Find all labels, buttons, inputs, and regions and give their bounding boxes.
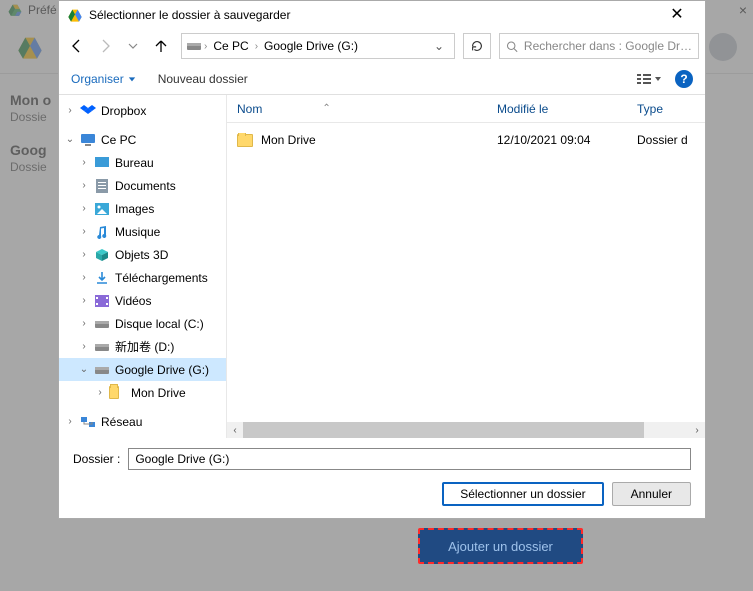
chevron-right-icon[interactable]: ›	[77, 341, 91, 352]
organize-menu[interactable]: Organiser	[71, 72, 136, 86]
file-type: Dossier d	[627, 133, 705, 147]
file-modified: 12/10/2021 09:04	[487, 133, 627, 147]
chevron-right-icon[interactable]: ›	[77, 180, 91, 191]
chevron-down-icon[interactable]: ⌄	[77, 364, 91, 375]
dialog-bottom: Dossier : Sélectionner un dossier Annule…	[59, 438, 705, 518]
file-name: Mon Drive	[261, 133, 316, 147]
tree-item-mondrive[interactable]: ›Mon Drive	[59, 381, 226, 404]
forward-button[interactable]	[93, 34, 117, 58]
image-icon	[95, 203, 109, 215]
download-icon	[96, 271, 108, 285]
folder-name-input[interactable]	[128, 448, 691, 470]
chevron-down-icon[interactable]: ⌄	[428, 39, 450, 53]
folder-icon	[237, 134, 253, 147]
tree-view[interactable]: › Dropbox ⌄ Ce PC ›Bureau ›Documents ›Im…	[59, 95, 227, 438]
chevron-right-icon[interactable]: ›	[77, 318, 91, 329]
column-headers[interactable]: Nom ⌃ Modifié le Type	[227, 95, 705, 123]
chevron-right-icon: ›	[255, 41, 258, 52]
folder-picker-dialog: Sélectionner le dossier à sauvegarder ✕ …	[58, 0, 706, 519]
chevron-right-icon[interactable]: ›	[77, 203, 91, 214]
col-modified[interactable]: Modifié le	[487, 102, 627, 116]
tree-item-musique[interactable]: ›Musique	[59, 220, 226, 243]
chevron-right-icon[interactable]: ›	[77, 272, 91, 283]
help-button[interactable]: ?	[675, 70, 693, 88]
desktop-icon	[95, 157, 109, 169]
col-type[interactable]: Type	[627, 102, 705, 116]
sort-indicator-icon: ⌃	[322, 103, 330, 114]
chevron-right-icon: ›	[204, 41, 207, 52]
chevron-right-icon[interactable]: ›	[63, 105, 77, 116]
chevron-down-icon	[128, 75, 136, 83]
disk-icon	[186, 40, 202, 52]
disk-icon	[94, 318, 110, 330]
tree-item-disque-c[interactable]: ›Disque local (C:)	[59, 312, 226, 335]
dialog-title: Sélectionner le dossier à sauvegarder	[89, 8, 290, 22]
tree-item-gdrive[interactable]: ⌄Google Drive (G:)	[59, 358, 226, 381]
tree-item-documents[interactable]: ›Documents	[59, 174, 226, 197]
chevron-right-icon[interactable]: ›	[77, 157, 91, 168]
horizontal-scrollbar[interactable]: ‹ ›	[227, 422, 705, 438]
back-button[interactable]	[65, 34, 89, 58]
select-folder-button[interactable]: Sélectionner un dossier	[442, 482, 603, 506]
refresh-button[interactable]	[463, 33, 491, 59]
breadcrumb[interactable]: › Ce PC › Google Drive (G:) ⌄	[181, 33, 455, 59]
chevron-right-icon[interactable]: ›	[77, 295, 91, 306]
drive-icon	[67, 7, 83, 23]
network-icon	[80, 416, 96, 428]
file-list[interactable]: Mon Drive 12/10/2021 09:04 Dossier d	[227, 123, 705, 422]
scroll-left-icon[interactable]: ‹	[227, 422, 243, 438]
chevron-right-icon[interactable]: ›	[93, 387, 107, 398]
up-button[interactable]	[149, 34, 173, 58]
chevron-down-icon[interactable]: ⌄	[63, 134, 77, 145]
cancel-button[interactable]: Annuler	[612, 482, 691, 506]
music-icon	[96, 225, 108, 239]
search-placeholder: Rechercher dans : Google Dr…	[524, 39, 692, 53]
monitor-icon	[80, 133, 96, 147]
folder-icon	[109, 386, 119, 399]
close-button[interactable]: ✕	[657, 1, 697, 29]
disk-icon	[94, 364, 110, 376]
tree-item-dropbox[interactable]: › Dropbox	[59, 99, 226, 122]
tree-item-telechargements[interactable]: ›Téléchargements	[59, 266, 226, 289]
chevron-right-icon[interactable]: ›	[77, 226, 91, 237]
chevron-right-icon[interactable]: ›	[63, 416, 77, 427]
new-folder-button[interactable]: Nouveau dossier	[158, 72, 248, 86]
scrollbar-thumb[interactable]	[243, 422, 644, 438]
document-icon	[96, 179, 108, 193]
view-mode-button[interactable]	[637, 72, 661, 86]
dialog-titlebar: Sélectionner le dossier à sauvegarder ✕	[59, 1, 705, 29]
chevron-right-icon[interactable]: ›	[77, 249, 91, 260]
tree-item-videos[interactable]: ›Vidéos	[59, 289, 226, 312]
tree-item-disque-d[interactable]: ›新加卷 (D:)	[59, 335, 226, 358]
search-input[interactable]: Rechercher dans : Google Dr…	[499, 33, 699, 59]
search-icon	[506, 40, 518, 53]
file-row[interactable]: Mon Drive 12/10/2021 09:04 Dossier d	[227, 129, 705, 151]
tree-item-images[interactable]: ›Images	[59, 197, 226, 220]
toolbar: Organiser Nouveau dossier ?	[59, 63, 705, 95]
tree-item-objets3d[interactable]: ›Objets 3D	[59, 243, 226, 266]
tree-item-cepc[interactable]: ⌄ Ce PC	[59, 128, 226, 151]
file-list-panel: Nom ⌃ Modifié le Type Mon Drive 12/10/202…	[227, 95, 705, 438]
add-folder-button[interactable]: Ajouter un dossier	[418, 528, 583, 564]
scroll-right-icon[interactable]: ›	[689, 422, 705, 438]
tree-item-bureau[interactable]: ›Bureau	[59, 151, 226, 174]
cube-icon	[95, 248, 109, 262]
recent-dropdown[interactable]	[121, 34, 145, 58]
col-name[interactable]: Nom	[237, 102, 262, 116]
video-icon	[95, 295, 109, 307]
breadcrumb-segment[interactable]: Ce PC	[209, 39, 252, 53]
tree-item-reseau[interactable]: ›Réseau	[59, 410, 226, 433]
nav-row: › Ce PC › Google Drive (G:) ⌄ Rechercher…	[59, 29, 705, 63]
dropbox-icon	[80, 104, 96, 118]
breadcrumb-segment[interactable]: Google Drive (G:)	[260, 39, 362, 53]
folder-label: Dossier :	[73, 452, 120, 466]
disk-icon	[94, 341, 110, 353]
